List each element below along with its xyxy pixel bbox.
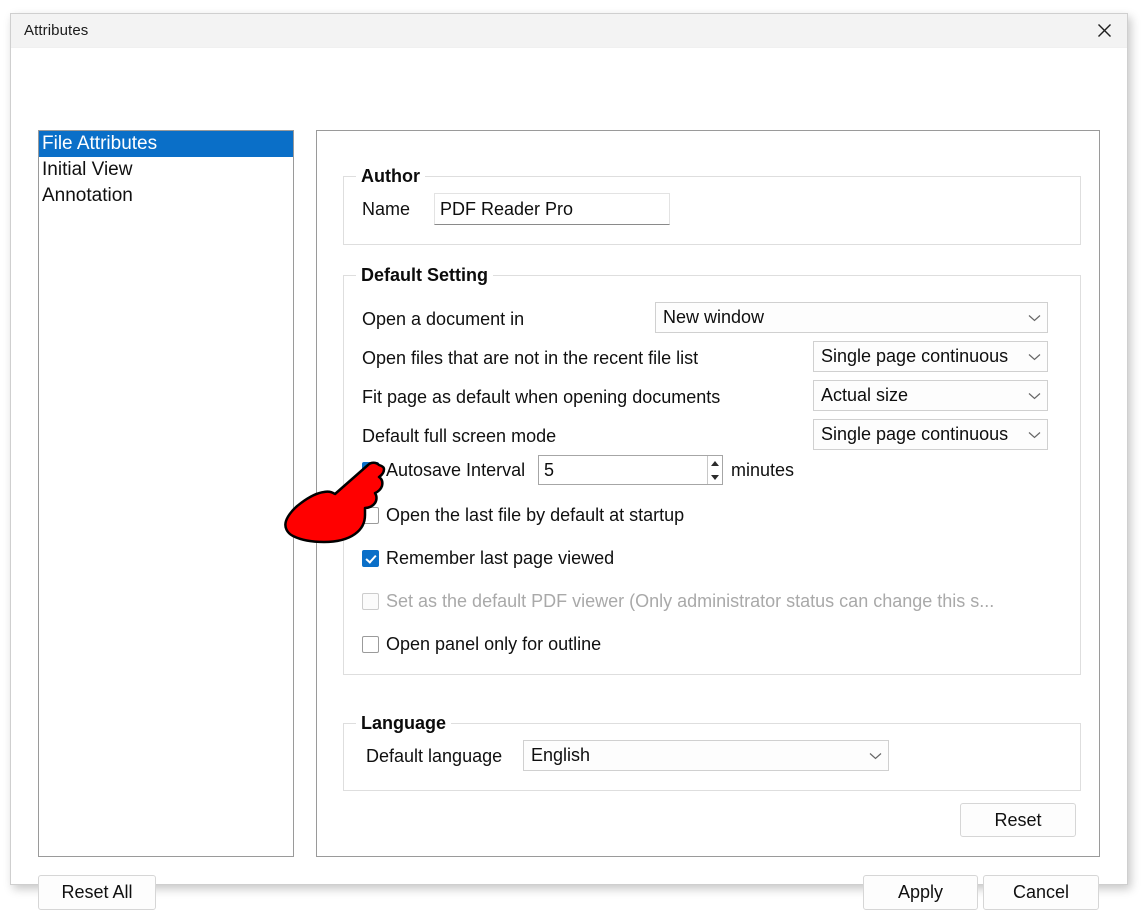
default-full-screen-label: Default full screen mode	[362, 426, 557, 446]
open-files-not-recent-value: Single page continuous	[821, 346, 1009, 366]
set-default-pdf-viewer-row: Set as the default PDF viewer (Only admi…	[362, 591, 994, 612]
remember-last-page-label: Remember last page viewed	[386, 548, 615, 568]
open-last-file-label: Open the last file by default at startup	[386, 505, 685, 525]
sidebar-item-initial-view[interactable]: Initial View	[39, 157, 293, 183]
autosave-interval-stepper[interactable]: 5	[538, 455, 723, 485]
chevron-down-icon	[1021, 428, 1047, 441]
open-panel-outline-label: Open panel only for outline	[386, 634, 602, 654]
reset-all-button-label: Reset All	[61, 882, 133, 902]
settings-panel: Author Name Default Setting Open a docum…	[316, 130, 1100, 857]
cancel-button[interactable]: Cancel	[983, 875, 1099, 910]
open-document-in-label: Open a document in	[362, 309, 525, 329]
apply-button-label: Apply	[897, 882, 944, 902]
chevron-down-icon	[1021, 311, 1047, 324]
chevron-glyph	[1028, 354, 1040, 361]
autosave-interval-value: 5	[544, 459, 555, 480]
reset-all-button[interactable]: Reset All	[38, 875, 156, 910]
chevron-down-icon	[862, 749, 888, 762]
category-list[interactable]: File Attributes Initial View Annotation	[38, 130, 294, 857]
default-setting-group: Default Setting Open a document in New w…	[343, 265, 1081, 675]
autosave-interval-label: Autosave Interval	[386, 460, 526, 480]
remember-last-page-checkbox[interactable]	[362, 550, 379, 567]
default-language-label: Default language	[366, 746, 503, 766]
language-group: Language Default language English	[343, 713, 1081, 791]
sidebar-item-label: Annotation	[42, 185, 133, 206]
author-group: Author Name	[343, 166, 1081, 245]
stepper-down-button[interactable]	[708, 470, 722, 484]
autosave-interval-checkbox[interactable]	[362, 462, 379, 479]
apply-button[interactable]: Apply	[863, 875, 978, 910]
reset-button-label: Reset	[994, 809, 1042, 830]
open-document-in-select[interactable]: New window	[655, 302, 1048, 333]
author-name-input[interactable]	[434, 193, 670, 225]
open-files-not-recent-label: Open files that are not in the recent fi…	[362, 348, 699, 368]
chevron-glyph	[869, 753, 881, 760]
name-label: Name	[362, 199, 411, 219]
default-language-select[interactable]: English	[523, 740, 889, 771]
caret-down-icon	[711, 474, 719, 480]
sidebar-item-annotation[interactable]: Annotation	[39, 183, 293, 209]
author-group-title: Author	[356, 166, 425, 187]
chevron-glyph	[1028, 393, 1040, 400]
stepper-up-button[interactable]	[708, 456, 722, 470]
dialog-body: File Attributes Initial View Annotation …	[11, 48, 1127, 910]
close-icon[interactable]	[1081, 14, 1127, 47]
chevron-glyph	[1028, 315, 1040, 322]
default-full-screen-value: Single page continuous	[821, 424, 1009, 444]
open-panel-outline-row: Open panel only for outline	[362, 634, 601, 655]
sidebar-item-label: Initial View	[42, 159, 133, 180]
open-last-file-row: Open the last file by default at startup	[362, 505, 684, 526]
sidebar-item-file-attributes[interactable]: File Attributes	[39, 131, 293, 157]
chevron-down-icon	[1021, 389, 1047, 402]
chevron-glyph	[1028, 432, 1040, 439]
attributes-dialog: Attributes File Attributes Initial View …	[10, 13, 1128, 910]
stepper-buttons[interactable]	[707, 456, 722, 484]
open-document-in-value: New window	[663, 307, 765, 327]
fit-page-default-label: Fit page as default when opening documen…	[362, 387, 721, 407]
default-setting-group-title: Default Setting	[356, 265, 494, 286]
language-group-title: Language	[356, 713, 452, 734]
cancel-button-label: Cancel	[1012, 882, 1070, 902]
screen: Attributes File Attributes Initial View …	[0, 0, 1148, 913]
caret-up-icon	[711, 460, 719, 466]
open-panel-outline-checkbox[interactable]	[362, 636, 379, 653]
window-title: Attributes	[24, 22, 89, 39]
autosave-unit-label: minutes	[731, 460, 795, 480]
open-last-file-checkbox[interactable]	[362, 507, 379, 524]
open-files-not-recent-select[interactable]: Single page continuous	[813, 341, 1048, 372]
fit-page-default-select[interactable]: Actual size	[813, 380, 1048, 411]
set-default-pdf-viewer-checkbox	[362, 593, 379, 610]
reset-button[interactable]: Reset	[960, 803, 1076, 837]
titlebar: Attributes	[11, 14, 1127, 48]
autosave-interval-row: Autosave Interval	[362, 460, 525, 481]
remember-last-page-row: Remember last page viewed	[362, 548, 614, 569]
fit-page-default-value: Actual size	[821, 385, 909, 405]
set-default-pdf-viewer-label: Set as the default PDF viewer (Only admi…	[386, 591, 995, 611]
chevron-down-icon	[1021, 350, 1047, 363]
sidebar-item-label: File Attributes	[42, 133, 158, 154]
default-language-value: English	[531, 745, 591, 765]
default-full-screen-select[interactable]: Single page continuous	[813, 419, 1048, 450]
close-glyph	[1097, 24, 1111, 37]
